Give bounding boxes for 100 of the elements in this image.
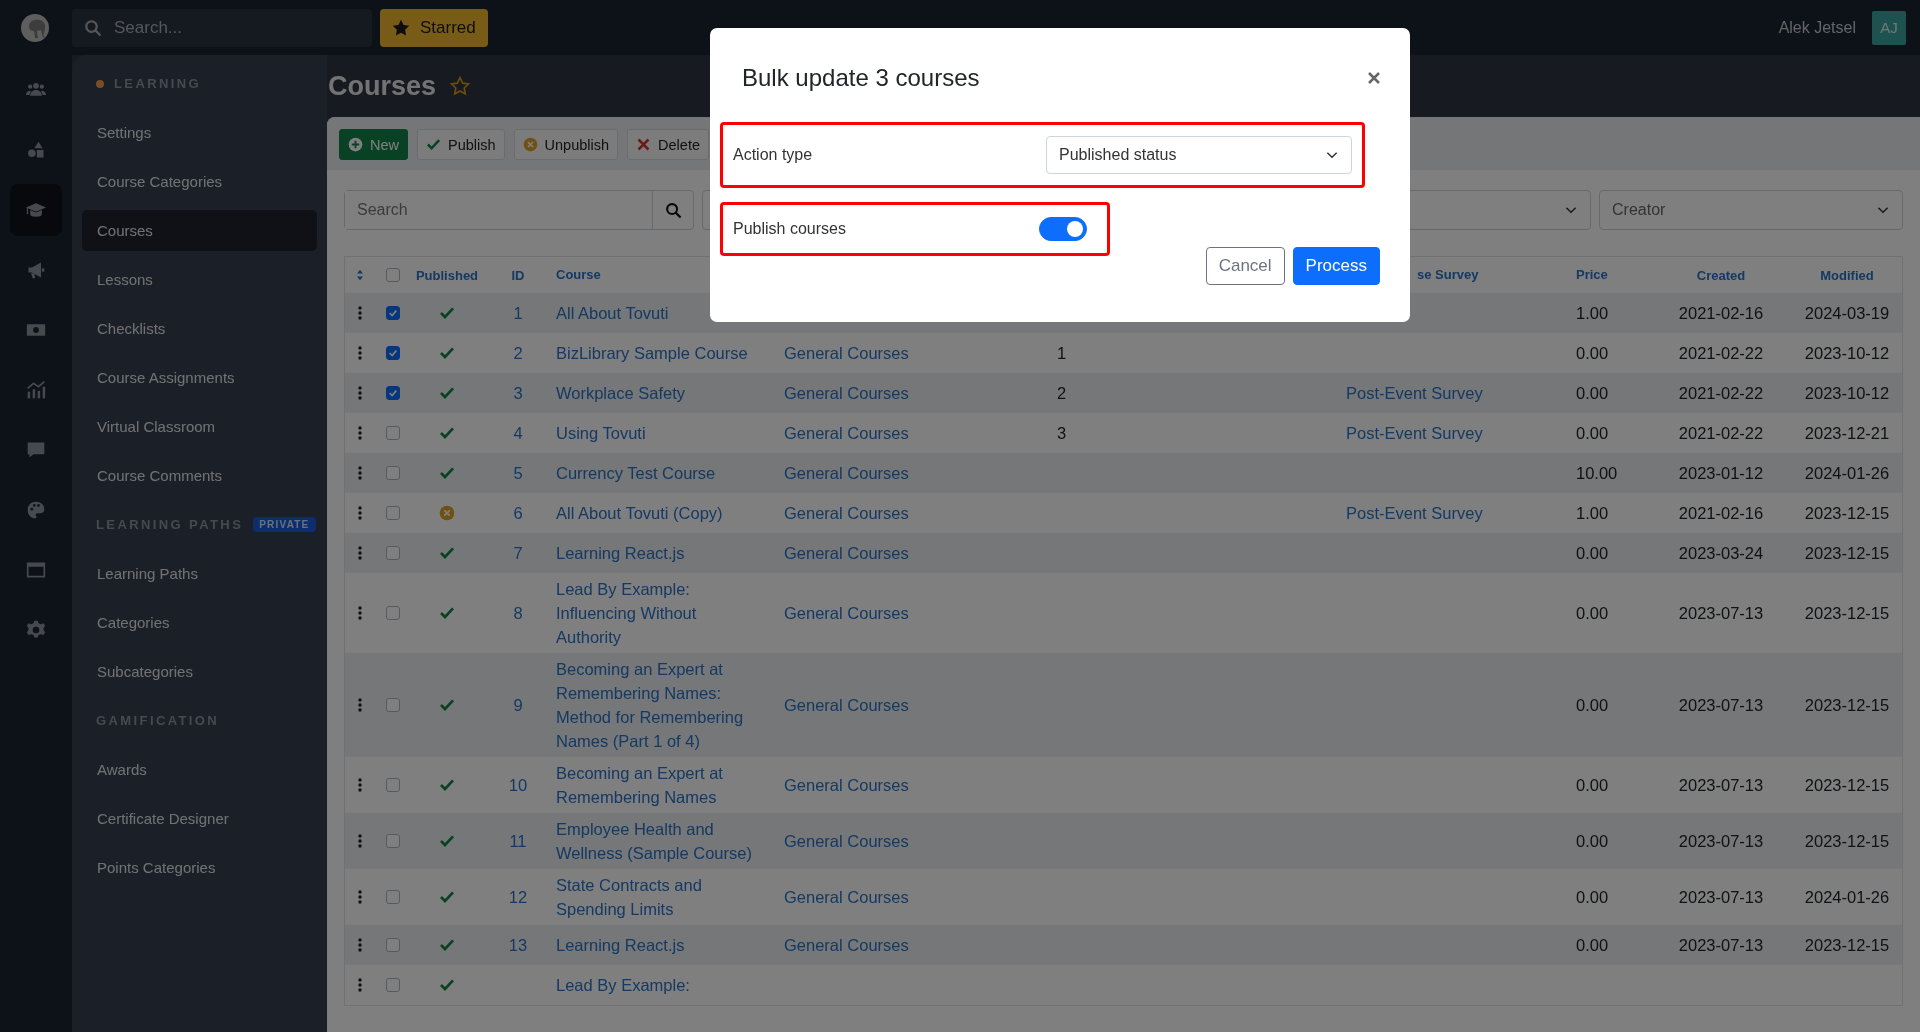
course-link[interactable]: Becoming an Expert at Remembering Names: Method for Remembering Names (Part 1 of 4) xyxy=(556,657,756,753)
survey-link[interactable]: Post-Event Survey xyxy=(1346,384,1483,402)
course-link[interactable]: State Contracts and Spending Limits xyxy=(556,873,756,921)
field-label: Action type xyxy=(733,146,813,164)
category-link[interactable]: General Courses xyxy=(784,832,909,850)
shapes-icon xyxy=(26,140,46,160)
row-id[interactable]: 6 xyxy=(513,503,523,522)
category-link[interactable]: General Courses xyxy=(784,604,909,622)
row-id[interactable]: 5 xyxy=(513,463,523,482)
row-id[interactable]: 10 xyxy=(508,775,528,794)
row-checkbox[interactable] xyxy=(386,778,400,792)
category-link[interactable]: General Courses xyxy=(784,384,909,402)
row-id[interactable]: 7 xyxy=(513,543,523,562)
course-link[interactable]: BizLibrary Sample Course xyxy=(556,341,756,365)
course-link[interactable]: Lead By Example: Influencing Without Authority xyxy=(556,577,756,649)
row-checkbox[interactable] xyxy=(386,978,400,992)
search-box[interactable]: Search xyxy=(344,190,694,230)
category-link[interactable]: General Courses xyxy=(784,424,909,442)
column-header[interactable]: ID xyxy=(483,267,553,283)
row-checkbox[interactable] xyxy=(386,890,400,904)
course-link[interactable]: All About Tovuti (Copy) xyxy=(556,501,756,525)
row-id[interactable]: 3 xyxy=(513,383,523,402)
window-icon xyxy=(26,560,46,580)
sidebar-item[interactable]: Course Assignments xyxy=(82,357,317,398)
survey-link[interactable]: Post-Event Survey xyxy=(1346,504,1483,522)
row-id[interactable]: 12 xyxy=(508,887,528,906)
course-link[interactable]: Using Tovuti xyxy=(556,421,756,445)
survey-link[interactable]: Post-Event Survey xyxy=(1346,424,1483,442)
category-link[interactable]: General Courses xyxy=(784,776,909,794)
row-checkbox[interactable] xyxy=(386,386,400,400)
sidebar-item[interactable]: Settings xyxy=(82,112,317,153)
category-link[interactable]: General Courses xyxy=(784,504,909,522)
sidebar-item[interactable]: Certificate Designer xyxy=(82,798,317,839)
category-link[interactable]: General Courses xyxy=(784,464,909,482)
sidebar-item[interactable]: Categories xyxy=(82,602,317,643)
course-link[interactable]: Currency Test Course xyxy=(556,461,756,485)
toggle-switch[interactable] xyxy=(1039,217,1087,241)
sidebar-item[interactable]: Checklists xyxy=(82,308,317,349)
sidebar-item[interactable]: Learning Paths xyxy=(82,553,317,594)
course-link[interactable]: Lead By Example: xyxy=(556,973,756,997)
row-checkbox[interactable] xyxy=(386,506,400,520)
column-header[interactable]: Price xyxy=(1573,263,1651,287)
row-checkbox[interactable] xyxy=(386,466,400,480)
action-type-select[interactable]: Published status xyxy=(1046,136,1352,174)
row-checkbox[interactable] xyxy=(386,306,400,320)
table-cell: 0.00 xyxy=(1576,832,1609,850)
process-button[interactable]: Process xyxy=(1292,247,1380,285)
starred-button[interactable]: Starred xyxy=(380,8,488,47)
column-header[interactable]: Created xyxy=(1651,267,1791,283)
graduation-cap-nav-button[interactable] xyxy=(10,184,62,236)
row-id[interactable]: 4 xyxy=(513,423,523,442)
row-id[interactable]: 1 xyxy=(513,303,523,322)
course-link[interactable]: Employee Health and Wellness (Sample Course) xyxy=(556,817,756,865)
new-button[interactable]: New xyxy=(339,129,408,160)
row-id[interactable]: 8 xyxy=(513,603,523,622)
row-id[interactable]: 2 xyxy=(513,343,523,362)
elephant-logo-icon xyxy=(20,12,52,44)
course-link[interactable]: Becoming an Expert at Remembering Names xyxy=(556,761,756,809)
table-cell: 2023-07-13 xyxy=(1678,887,1764,906)
filter-dropdown[interactable]: Creator xyxy=(1599,190,1903,230)
row-checkbox[interactable] xyxy=(386,546,400,560)
category-link[interactable]: General Courses xyxy=(784,544,909,562)
table-cell: 0.00 xyxy=(1576,888,1609,906)
sidebar-item[interactable]: Lessons xyxy=(82,259,317,300)
sidebar-item[interactable]: Course Categories xyxy=(82,161,317,202)
sidebar-item[interactable]: Courses xyxy=(82,210,317,251)
row-checkbox[interactable] xyxy=(386,698,400,712)
course-link[interactable]: Workplace Safety xyxy=(556,381,756,405)
category-link[interactable]: General Courses xyxy=(784,344,909,362)
row-id[interactable]: 11 xyxy=(509,831,527,850)
category-link[interactable]: General Courses xyxy=(784,696,909,714)
unpublish-button[interactable]: Unpublish xyxy=(513,129,619,160)
search-field[interactable]: Search... xyxy=(72,8,372,47)
column-header[interactable]: Modified xyxy=(1791,267,1903,283)
row-id[interactable]: 13 xyxy=(508,935,528,954)
course-link[interactable]: Learning React.js xyxy=(556,541,756,565)
select-all-checkbox[interactable] xyxy=(386,268,400,282)
row-checkbox[interactable] xyxy=(386,834,400,848)
sidebar-item[interactable]: Awards xyxy=(82,749,317,790)
user-avatar[interactable]: AJ xyxy=(1872,10,1906,45)
publish-button[interactable]: Publish xyxy=(417,129,505,160)
delete-button[interactable]: Delete xyxy=(627,129,709,160)
category-link[interactable]: General Courses xyxy=(784,936,909,954)
sidebar-item[interactable]: Subcategories xyxy=(82,651,317,692)
sidebar-item[interactable]: Virtual Classroom xyxy=(82,406,317,447)
drag-handle-icon xyxy=(358,834,362,848)
row-checkbox[interactable] xyxy=(386,346,400,360)
sidebar-item[interactable]: Points Categories xyxy=(82,847,317,888)
sidebar-item[interactable]: Course Comments xyxy=(82,455,317,496)
search-field[interactable]: Search... xyxy=(112,16,336,39)
row-checkbox[interactable] xyxy=(386,606,400,620)
row-checkbox[interactable] xyxy=(386,426,400,440)
row-id[interactable]: 9 xyxy=(513,695,523,714)
table-cell: 2023-12-15 xyxy=(1804,503,1890,522)
column-header[interactable]: Published xyxy=(411,267,483,283)
row-checkbox[interactable] xyxy=(386,938,400,952)
category-link[interactable]: General Courses xyxy=(784,888,909,906)
cancel-button[interactable]: Cancel xyxy=(1205,247,1285,285)
course-link[interactable]: Learning React.js xyxy=(556,933,756,957)
close-button[interactable] xyxy=(1368,72,1380,84)
